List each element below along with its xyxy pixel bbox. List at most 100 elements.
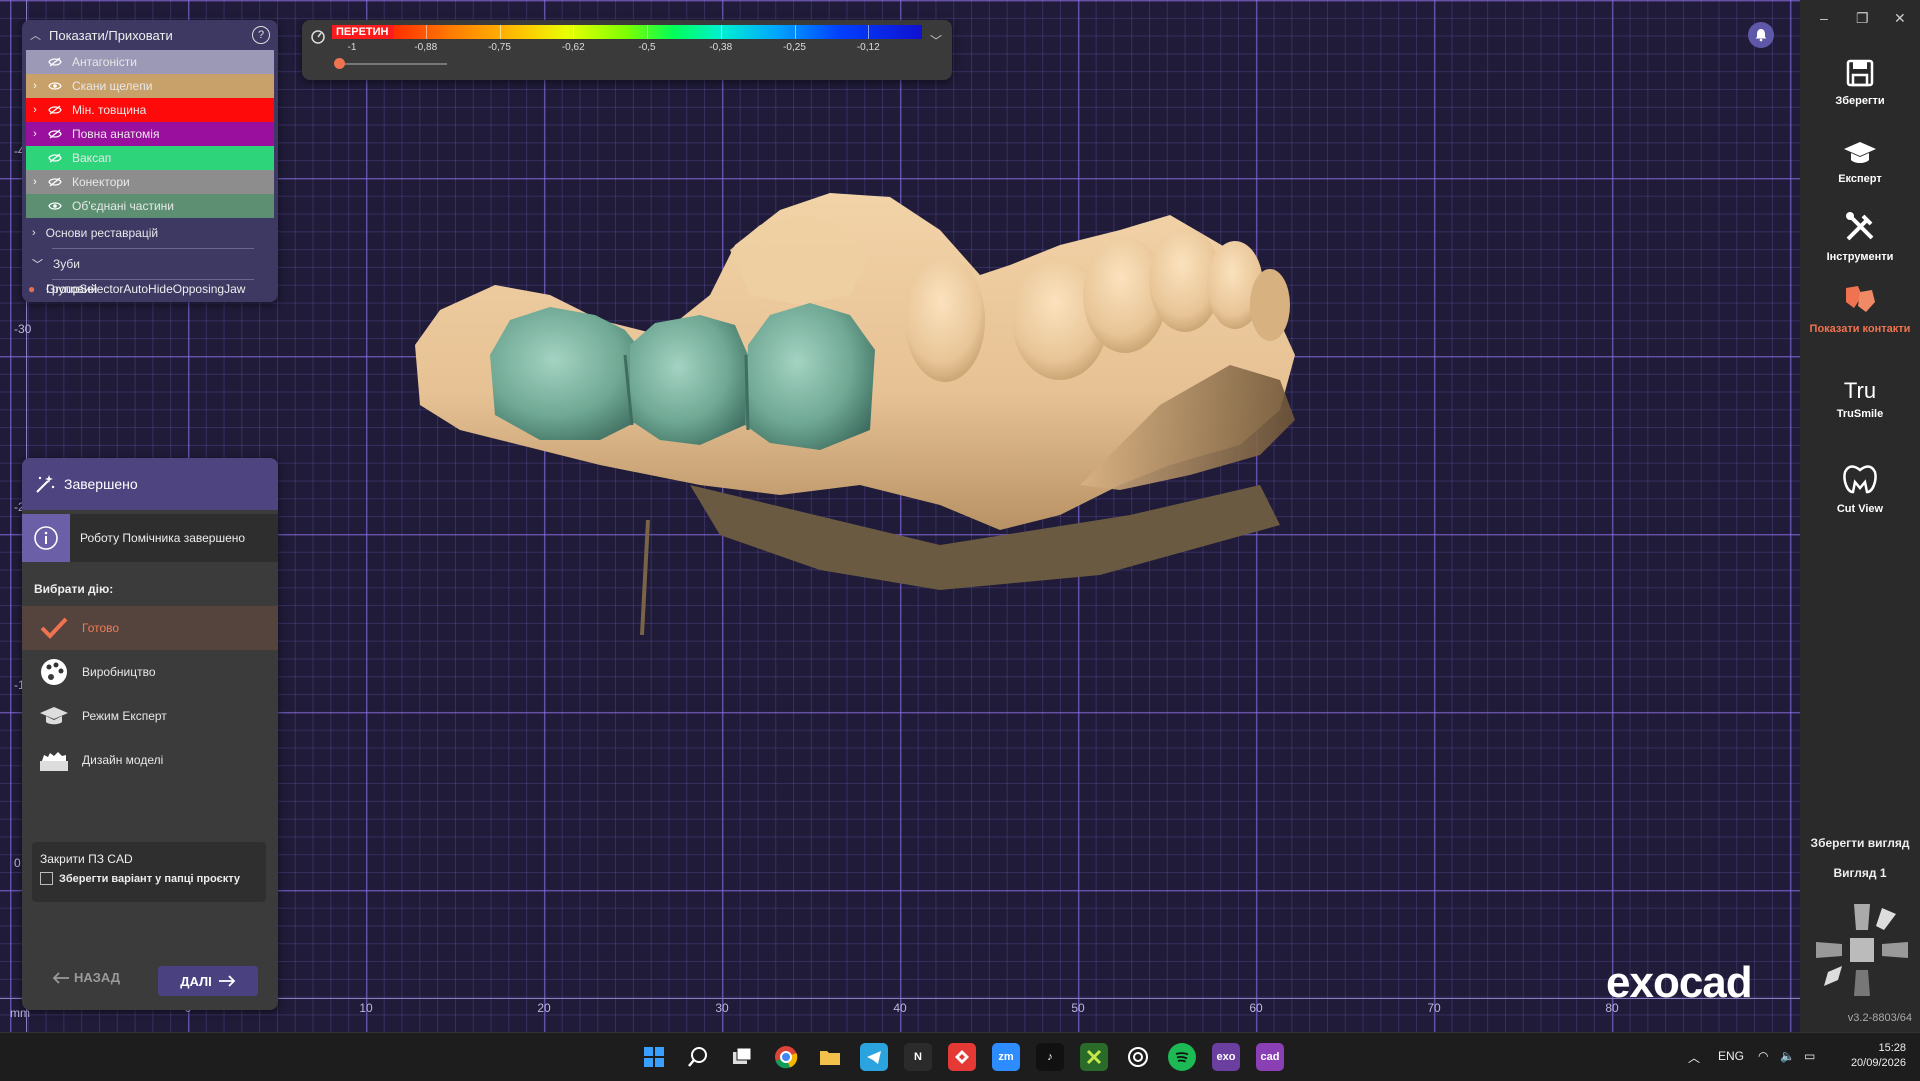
back-button[interactable]: НАЗАД <box>52 970 120 985</box>
system-clock[interactable]: 15:28 20/09/2026 <box>1851 1041 1906 1071</box>
restore-icon[interactable]: ❐ <box>1856 10 1869 27</box>
threshold-slider-track[interactable] <box>337 63 447 65</box>
action-label: Виробництво <box>82 665 156 679</box>
action-check[interactable]: Готово <box>22 606 278 650</box>
tools-icon <box>1843 210 1877 247</box>
close-icon[interactable]: ✕ <box>1894 10 1906 27</box>
graduation-cap-button[interactable]: Експерт <box>1800 140 1920 185</box>
language-indicator[interactable]: ENG <box>1718 1049 1744 1063</box>
eye-off-icon[interactable] <box>44 57 66 67</box>
chevron-right-icon[interactable]: › <box>26 104 44 116</box>
distance-colorbar-panel: ПЕРЕТИН -1 -0,88 -0,75 -0,62 -0,5 -0,38 -0,25-… <box>302 20 952 80</box>
zoom-icon[interactable]: zm <box>992 1043 1020 1071</box>
next-button[interactable]: ДАЛІ <box>158 966 258 996</box>
chevron-right-icon: › <box>32 227 36 239</box>
group-restoration-bases[interactable]: › Основи реставрацій <box>22 218 278 248</box>
chevron-right-icon[interactable]: › <box>26 176 44 188</box>
dental-scan-model[interactable] <box>400 185 1360 635</box>
layer-item[interactable]: › Скани щелепи <box>26 74 274 98</box>
palette-icon <box>36 657 72 687</box>
trusmile-button[interactable]: Tru TruSmile <box>1800 378 1920 420</box>
layer-item[interactable]: › Конектори <box>26 170 274 194</box>
gauge-icon[interactable] <box>310 28 326 44</box>
clock-date: 20/09/2026 <box>1850 1057 1906 1069</box>
task-view-icon[interactable] <box>728 1043 756 1071</box>
eye-icon[interactable] <box>44 81 66 91</box>
notion-icon[interactable]: N <box>904 1043 932 1071</box>
info-banner: Роботу Помічника завершено <box>22 514 278 562</box>
chevron-up-icon: ︿ <box>30 30 41 42</box>
cut-view-icon <box>1841 462 1879 499</box>
telegram-icon[interactable] <box>860 1043 888 1071</box>
group-selector-row[interactable]: ● Груповий GroupSelectorAutoHideOpposing… <box>28 282 245 296</box>
layer-item[interactable]: › Мін. товщина <box>26 98 274 122</box>
maps-icon[interactable] <box>1080 1043 1108 1071</box>
minimize-icon[interactable]: – <box>1820 10 1828 26</box>
group-teeth[interactable]: ﹀ Зуби <box>22 249 278 279</box>
ruler-x-tick: 50 <box>1071 1001 1085 1015</box>
scale-tick <box>868 25 870 39</box>
view-name-label[interactable]: Вигляд 1 <box>1800 866 1920 880</box>
layer-label: Антагоністи <box>72 55 137 69</box>
save-button[interactable]: Зберегти <box>1800 58 1920 107</box>
help-icon[interactable]: ? <box>252 26 270 44</box>
toolbar-label: Показати контакти <box>1809 323 1911 335</box>
tools-button[interactable]: Інструменти <box>1800 210 1920 263</box>
chatgpt-icon[interactable] <box>1124 1043 1152 1071</box>
threshold-slider-handle[interactable] <box>334 58 345 69</box>
arrow-right-icon <box>218 975 236 987</box>
info-icon <box>22 514 70 562</box>
exocad-icon[interactable]: cad <box>1256 1043 1284 1071</box>
chevron-down-icon[interactable]: ﹀ <box>930 32 942 49</box>
chevron-up-icon[interactable]: ︿ <box>1688 1049 1700 1066</box>
toolbar-label: TruSmile <box>1836 408 1884 420</box>
eye-icon[interactable] <box>44 201 66 211</box>
chevron-right-icon[interactable]: › <box>26 128 44 140</box>
chevron-right-icon[interactable]: › <box>26 80 44 92</box>
save-view-label[interactable]: Зберегти вигляд <box>1800 836 1920 850</box>
checkbox-icon[interactable] <box>40 872 53 885</box>
action-label: Готово <box>82 621 120 635</box>
wizard-title: Завершено <box>64 476 138 492</box>
scale-tick <box>720 25 722 39</box>
check-icon <box>36 616 72 640</box>
action-label: Режим Експерт <box>82 709 167 723</box>
layer-label: Конектори <box>72 175 130 189</box>
action-graduation-cap[interactable]: Режим Експерт <box>22 694 278 738</box>
search-icon[interactable] <box>684 1043 712 1071</box>
spotify-icon[interactable] <box>1168 1043 1196 1071</box>
scale-value: -0,88 <box>414 42 438 53</box>
layer-item[interactable]: Ваксап <box>26 146 274 170</box>
file-explorer-icon[interactable] <box>816 1043 844 1071</box>
scale-value: -1 <box>347 42 357 53</box>
contacts-button[interactable]: Показати контакти <box>1800 282 1920 335</box>
wifi-icon[interactable]: ◠ <box>1758 1049 1768 1063</box>
layer-item[interactable]: › Повна анатомія <box>26 122 274 146</box>
anydesk-icon[interactable] <box>948 1043 976 1071</box>
layer-item[interactable]: Об'єднані частини <box>26 194 274 218</box>
layer-item[interactable]: Антагоністи <box>26 50 274 74</box>
wizard-panel: Завершено Роботу Помічника завершено Виб… <box>22 458 278 1010</box>
action-palette[interactable]: Виробництво <box>22 650 278 694</box>
tiktok-icon[interactable]: ♪ <box>1036 1043 1064 1071</box>
battery-icon[interactable]: ▭ <box>1804 1049 1815 1063</box>
eye-off-icon[interactable] <box>44 153 66 163</box>
close-cad-title: Закрити ПЗ CAD <box>40 852 133 866</box>
windows-start-icon[interactable] <box>640 1043 668 1071</box>
save-variant-checkbox[interactable]: Зберегти варіант у папці проєкту <box>32 866 266 885</box>
eye-off-icon[interactable] <box>44 177 66 187</box>
notification-bell-icon[interactable] <box>1748 22 1774 48</box>
exo-icon[interactable]: exo <box>1212 1043 1240 1071</box>
volume-icon[interactable]: 🔈 <box>1780 1049 1795 1063</box>
cut-view-button[interactable]: Cut View <box>1800 462 1920 515</box>
ruler-y-tick: -30 <box>14 322 32 336</box>
version-label: v3.2-8803/64 <box>1847 1012 1912 1024</box>
layer-label: Скани щелепи <box>72 79 153 93</box>
eye-off-icon[interactable] <box>44 105 66 115</box>
marker-icon: ● <box>28 282 36 296</box>
eye-off-icon[interactable] <box>44 129 66 139</box>
layers-header[interactable]: ︿ Показати/Приховати <box>22 20 278 50</box>
chrome-icon[interactable] <box>772 1043 800 1071</box>
view-orientation-cube-icon[interactable] <box>1812 900 1912 1000</box>
action-model-base[interactable]: Дизайн моделі <box>22 738 278 782</box>
